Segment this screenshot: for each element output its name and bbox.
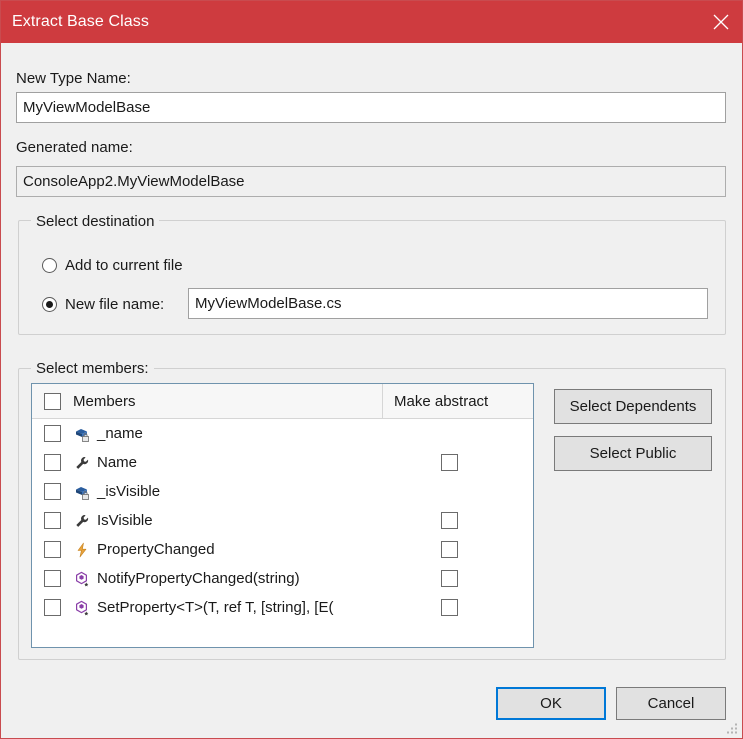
row-abstract-cell [383, 448, 533, 477]
member-name: _name [97, 425, 143, 442]
table-row[interactable]: PropertyChanged [32, 535, 533, 564]
row-select-checkbox[interactable] [44, 483, 61, 500]
member-name: IsVisible [97, 512, 153, 529]
table-row[interactable]: SetProperty<T>(T, ref T, [string], [E( [32, 593, 533, 622]
row-abstract-cell [383, 477, 533, 506]
generated-name-label: Generated name: [16, 138, 133, 157]
radio-indicator [42, 297, 57, 312]
row-members-cell: _isVisible [32, 477, 383, 506]
title-bar: Extract Base Class [1, 1, 743, 43]
method-icon [73, 599, 91, 617]
row-abstract-cell [383, 506, 533, 535]
members-column-header-label: Members [73, 393, 136, 410]
radio-indicator [42, 258, 57, 273]
select-dependents-button[interactable]: Select Dependents [554, 389, 712, 424]
table-row[interactable]: Name [32, 448, 533, 477]
row-members-cell: NotifyPropertyChanged(string) [32, 564, 383, 593]
radio-new-file-name[interactable]: New file name: [42, 293, 164, 315]
make-abstract-checkbox[interactable] [441, 570, 458, 587]
table-row[interactable]: _name [32, 419, 533, 448]
select-destination-caption: Select destination [31, 213, 159, 230]
property-icon [73, 454, 91, 472]
member-name: _isVisible [97, 483, 160, 500]
member-name: Name [97, 454, 137, 471]
close-button[interactable] [698, 1, 743, 43]
row-select-checkbox[interactable] [44, 425, 61, 442]
close-icon [712, 13, 730, 31]
property-icon [73, 512, 91, 530]
event-icon [73, 541, 91, 559]
row-select-checkbox[interactable] [44, 454, 61, 471]
members-grid-header: Members Make abstract [32, 384, 533, 419]
make-abstract-column-header[interactable]: Make abstract [383, 384, 533, 418]
members-grid[interactable]: Members Make abstract _nam [31, 383, 534, 648]
ok-button[interactable]: OK [496, 687, 606, 720]
members-column-header[interactable]: Members [32, 384, 383, 418]
member-name: NotifyPropertyChanged(string) [97, 570, 300, 587]
row-abstract-cell [383, 535, 533, 564]
table-row[interactable]: NotifyPropertyChanged(string) [32, 564, 533, 593]
select-all-checkbox[interactable] [44, 393, 61, 410]
new-file-name-input[interactable] [188, 288, 708, 319]
make-abstract-checkbox[interactable] [441, 541, 458, 558]
dialog-title: Extract Base Class [12, 12, 149, 32]
row-select-checkbox[interactable] [44, 512, 61, 529]
row-members-cell: PropertyChanged [32, 535, 383, 564]
row-members-cell: _name [32, 419, 383, 448]
make-abstract-column-header-label: Make abstract [394, 393, 488, 410]
select-public-button[interactable]: Select Public [554, 436, 712, 471]
method-icon [73, 570, 91, 588]
member-name: SetProperty<T>(T, ref T, [string], [E( [97, 599, 333, 616]
table-row[interactable]: _isVisible [32, 477, 533, 506]
radio-add-to-current-file-label: Add to current file [65, 257, 183, 274]
row-members-cell: Name [32, 448, 383, 477]
row-abstract-cell [383, 419, 533, 448]
make-abstract-checkbox[interactable] [441, 512, 458, 529]
table-row[interactable]: IsVisible [32, 506, 533, 535]
member-name: PropertyChanged [97, 541, 215, 558]
resize-grip-icon[interactable] [725, 722, 738, 735]
row-select-checkbox[interactable] [44, 541, 61, 558]
new-type-name-input[interactable] [16, 92, 726, 123]
cancel-button[interactable]: Cancel [616, 687, 726, 720]
generated-name-input [16, 166, 726, 197]
make-abstract-checkbox[interactable] [441, 599, 458, 616]
row-abstract-cell [383, 593, 533, 622]
row-members-cell: IsVisible [32, 506, 383, 535]
new-type-name-label: New Type Name: [16, 69, 131, 88]
make-abstract-checkbox[interactable] [441, 454, 458, 471]
select-members-caption: Select members: [31, 360, 154, 377]
field-private-icon [73, 483, 91, 501]
row-select-checkbox[interactable] [44, 599, 61, 616]
row-select-checkbox[interactable] [44, 570, 61, 587]
extract-base-class-dialog: Extract Base Class New Type Name: Genera… [0, 0, 743, 739]
radio-add-to-current-file[interactable]: Add to current file [42, 254, 183, 276]
radio-new-file-name-label: New file name: [65, 296, 164, 313]
row-abstract-cell [383, 564, 533, 593]
row-members-cell: SetProperty<T>(T, ref T, [string], [E( [32, 593, 383, 622]
field-private-icon [73, 425, 91, 443]
